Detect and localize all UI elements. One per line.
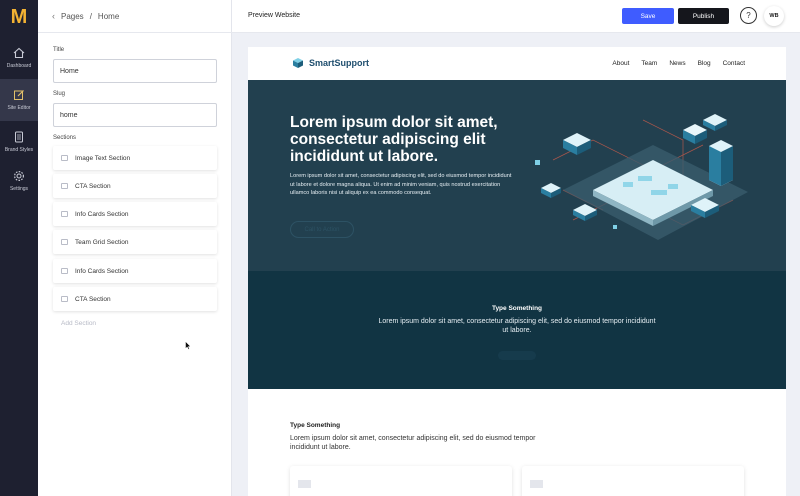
app-rail: M Dashboard Site Editor Brand Styles Set… — [0, 0, 38, 496]
cta-band-section: Type Something Lorem ipsum dolor sit ame… — [248, 271, 786, 389]
section-item[interactable]: CTA Section — [53, 174, 217, 198]
site-brand-name: SmartSupport — [309, 58, 370, 68]
section-item-label: CTA Section — [75, 182, 111, 190]
app-logo[interactable]: M — [0, 0, 38, 34]
slug-input[interactable] — [53, 103, 217, 127]
section-item[interactable]: Info Cards Section — [53, 259, 217, 283]
gear-icon — [13, 170, 25, 182]
website-preview: SmartSupport About Team News Blog Contac… — [248, 47, 786, 496]
preview-title: Preview Website — [248, 12, 301, 19]
save-button[interactable]: Save — [622, 8, 674, 24]
info-heading: Type Something — [290, 422, 341, 429]
add-section-button[interactable]: Add Section — [61, 320, 96, 327]
mouse-cursor-icon — [185, 341, 191, 350]
section-icon — [61, 268, 68, 274]
edit-icon — [14, 90, 24, 100]
info-card[interactable] — [290, 466, 512, 496]
section-item[interactable]: Info Cards Section — [53, 202, 217, 226]
nav-link-team[interactable]: Team — [641, 60, 657, 67]
publish-button[interactable]: Publish — [678, 8, 729, 24]
nav-link-news[interactable]: News — [669, 60, 685, 67]
section-item[interactable]: CTA Section — [53, 287, 217, 311]
section-icon — [61, 183, 68, 189]
breadcrumb-current: Home — [97, 11, 120, 21]
breadcrumb: ‹ Pages / Home — [52, 11, 119, 21]
top-bar: Preview Website Save Publish ? WB — [232, 0, 800, 33]
site-nav: SmartSupport About Team News Blog Contac… — [248, 47, 786, 80]
avatar[interactable]: WB — [764, 6, 784, 26]
band-placeholder-button[interactable] — [498, 351, 536, 360]
section-icon — [61, 155, 68, 161]
section-icon — [61, 296, 68, 302]
info-body: Lorem ipsum dolor sit amet, consectetur … — [290, 435, 536, 451]
rail-label: Settings — [9, 186, 29, 192]
rail-label: Site Editor — [7, 105, 31, 111]
nav-link-contact[interactable]: Contact — [723, 60, 745, 67]
brand-styles-icon — [15, 131, 23, 143]
section-item[interactable]: Team Grid Section — [53, 230, 217, 254]
rail-item-site-editor[interactable]: Site Editor — [0, 79, 38, 121]
section-item-label: Info Cards Section — [75, 267, 129, 275]
title-input[interactable] — [53, 59, 217, 83]
card-image-placeholder — [298, 480, 311, 488]
help-icon[interactable]: ? — [740, 7, 757, 24]
slug-label: Slug — [53, 91, 66, 97]
rail-label: Dashboard — [6, 63, 32, 69]
cube-logo-icon — [293, 58, 303, 68]
section-icon — [61, 239, 68, 245]
site-brand[interactable]: SmartSupport — [292, 57, 369, 69]
hero-body: Lorem ipsum dolor sit amet, consectetur … — [290, 173, 512, 197]
info-card[interactable] — [522, 466, 744, 496]
divider — [38, 32, 232, 33]
rail-label: Brand Styles — [4, 147, 34, 153]
rail-item-settings[interactable]: Settings — [0, 160, 38, 202]
section-item-label: CTA Section — [75, 295, 111, 303]
info-cards-section: Type Something Lorem ipsum dolor sit ame… — [248, 389, 786, 496]
section-item[interactable]: Image Text Section — [53, 146, 217, 170]
breadcrumb-parent[interactable]: Pages — [61, 12, 84, 21]
rail-item-dashboard[interactable]: Dashboard — [0, 37, 38, 79]
section-item-label: Team Grid Section — [75, 238, 129, 246]
chevron-left-icon[interactable]: ‹ — [52, 11, 55, 21]
section-item-label: Image Text Section — [75, 154, 131, 162]
breadcrumb-separator: / — [89, 11, 92, 21]
call-to-action-button[interactable]: Call to Action — [290, 221, 354, 238]
nav-link-blog[interactable]: Blog — [698, 60, 711, 67]
hero-heading: Lorem ipsum dolor sit amet, consectetur … — [290, 114, 498, 165]
section-icon — [61, 211, 68, 217]
card-image-placeholder — [530, 480, 543, 488]
isometric-server-illustration — [535, 114, 748, 240]
title-label: Title — [53, 47, 65, 53]
nav-link-about[interactable]: About — [612, 60, 629, 67]
sections-label: Sections — [53, 135, 77, 141]
home-icon — [13, 47, 25, 59]
page-editor-panel: ‹ Pages / Home Title Slug Sections Image… — [38, 0, 232, 496]
band-heading: Type Something — [491, 305, 543, 312]
band-body: Lorem ipsum dolor sit amet, consectetur … — [378, 318, 656, 334]
site-nav-links: About Team News Blog Contact — [612, 60, 745, 67]
section-item-label: Info Cards Section — [75, 210, 129, 218]
hero-section: Lorem ipsum dolor sit amet, consectetur … — [248, 80, 786, 271]
rail-item-brand-styles[interactable]: Brand Styles — [0, 121, 38, 163]
